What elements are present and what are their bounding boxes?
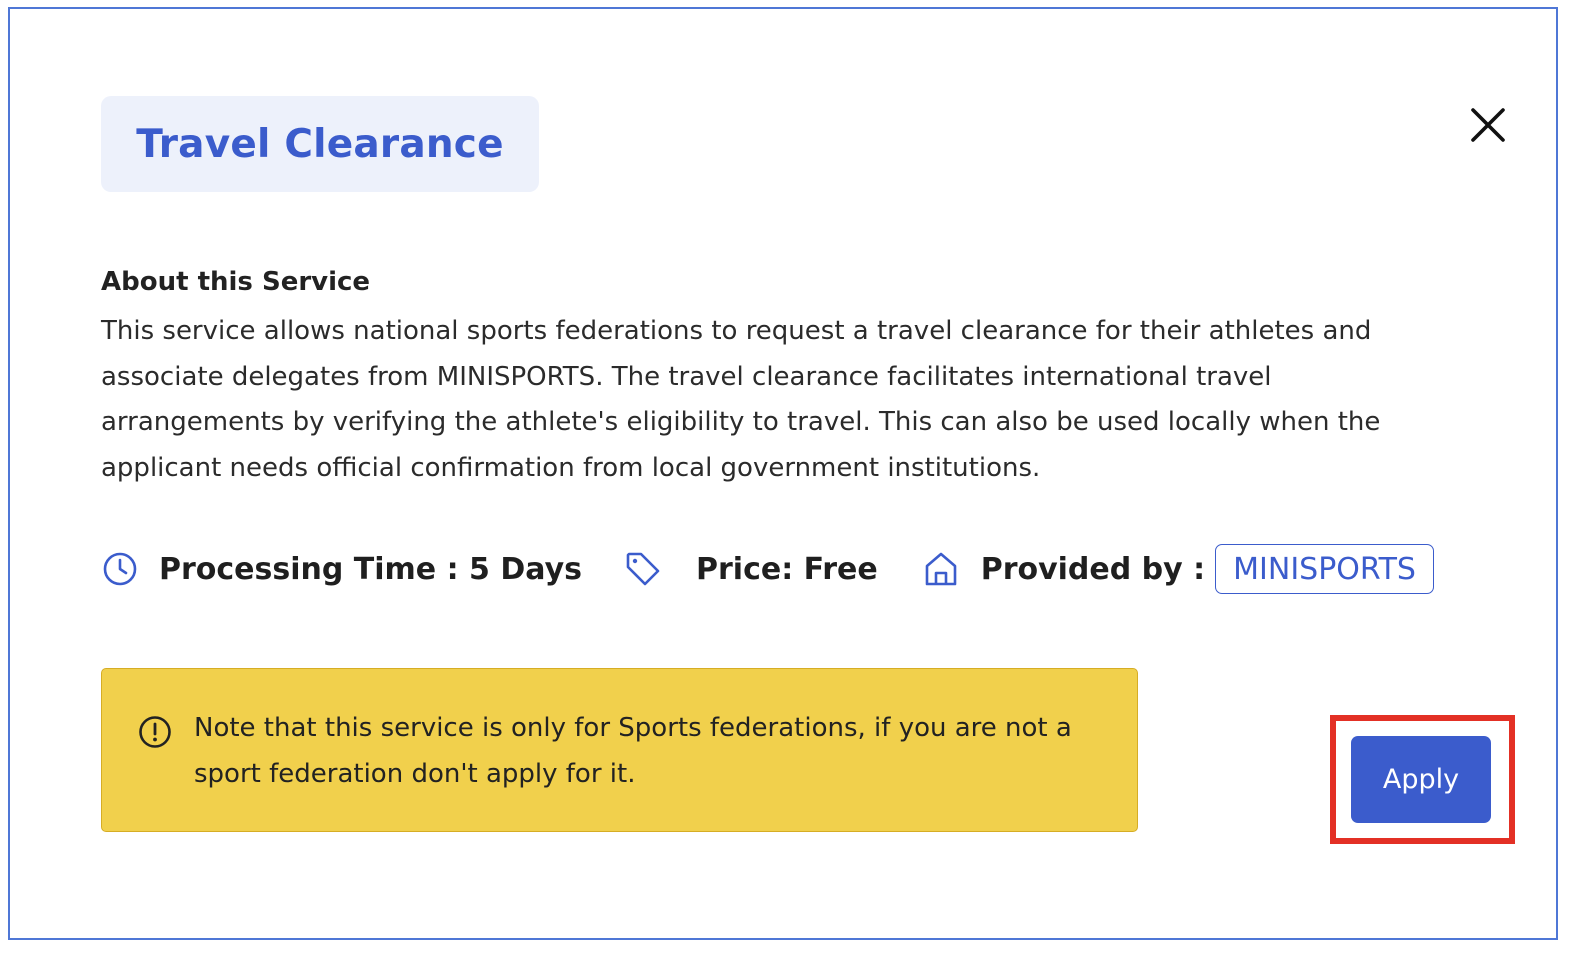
apply-button[interactable]: Apply bbox=[1351, 736, 1491, 823]
info-circle-icon bbox=[139, 716, 171, 748]
about-heading: About this Service bbox=[101, 267, 371, 297]
processing-time: Processing Time : 5 Days bbox=[159, 551, 582, 587]
service-meta-row: Processing Time : 5 Days Price: Free Pro… bbox=[101, 541, 1434, 597]
note-text: Note that this service is only for Sport… bbox=[194, 713, 1072, 789]
price: Price: Free bbox=[696, 551, 878, 587]
provided-by-label: Provided by : bbox=[980, 551, 1206, 587]
about-description: This service allows national sports fede… bbox=[101, 316, 1381, 483]
tag-icon bbox=[624, 550, 662, 588]
provider-badge[interactable]: MINISPORTS bbox=[1215, 544, 1434, 594]
service-dialog: Travel Clearance About this Service This… bbox=[8, 7, 1558, 940]
note-banner: Note that this service is only for Sport… bbox=[101, 668, 1138, 832]
service-title-chip: Travel Clearance bbox=[101, 96, 539, 192]
clock-icon bbox=[101, 550, 139, 588]
service-title: Travel Clearance bbox=[136, 121, 504, 167]
close-icon bbox=[1471, 108, 1505, 142]
close-button[interactable] bbox=[1462, 99, 1514, 151]
home-icon bbox=[922, 550, 960, 588]
